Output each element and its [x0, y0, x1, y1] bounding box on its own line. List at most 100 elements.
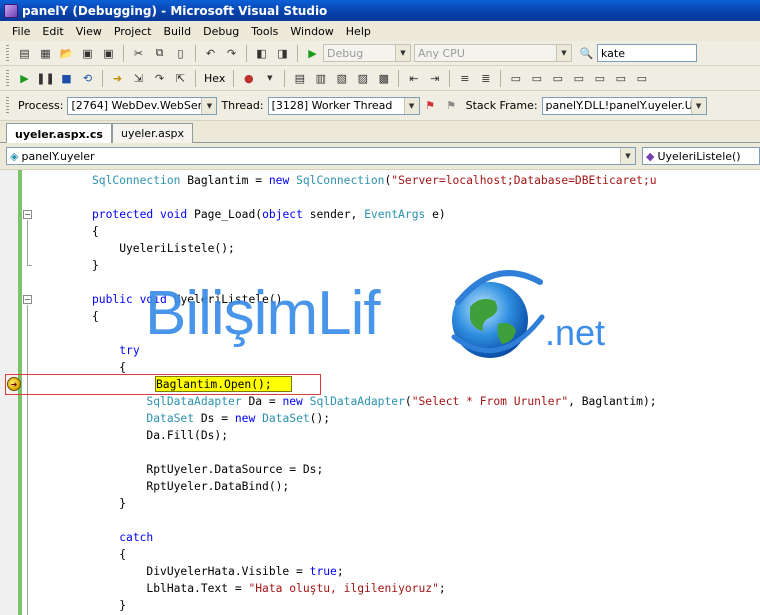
watch-icon[interactable]: ▭: [570, 70, 587, 87]
member-dropdown-value: UyeleriListele(): [657, 149, 741, 163]
stack-frame-label: Stack Frame:: [465, 99, 538, 112]
find-in-files-icon[interactable]: 🔍: [578, 45, 595, 62]
immediate-icon[interactable]: ▭: [612, 70, 629, 87]
stack-frame-dropdown[interactable]: panelY.DLL!panelY.uyeler.Uyele ▼: [541, 96, 707, 115]
window-icon[interactable]: ▭: [507, 70, 524, 87]
start-debugging-icon[interactable]: ▶: [304, 45, 321, 62]
thread-dropdown[interactable]: [3128] Worker Thread ▼: [267, 96, 420, 115]
menu-file[interactable]: File: [6, 25, 36, 38]
increase-indent-icon[interactable]: ⇥: [426, 70, 443, 87]
tab-label: uyeler.aspx: [121, 127, 185, 140]
find-input[interactable]: kate: [597, 44, 697, 62]
copy-icon[interactable]: ⧉: [151, 45, 168, 62]
tab-uyeler-aspx[interactable]: uyeler.aspx: [112, 123, 194, 143]
process-dropdown[interactable]: [2764] WebDev.WebServer ▼: [67, 96, 218, 115]
toolbar-separator: [297, 44, 298, 62]
toolbar-separator: [500, 69, 502, 87]
new-project-icon[interactable]: ▤: [16, 45, 33, 62]
toolbar-grip[interactable]: [6, 44, 9, 62]
code-editor[interactable]: − − ➜ SqlConnection Baglantim = new SqlC…: [0, 170, 760, 615]
menu-bar: File Edit View Project Build Debug Tools…: [0, 21, 760, 41]
step-into-icon[interactable]: ⇲: [130, 70, 147, 87]
code-line: }: [92, 259, 99, 272]
bookmark-icon[interactable]: ▧: [333, 70, 350, 87]
method-icon: ◆: [646, 149, 655, 163]
threads-icon[interactable]: ▭: [633, 70, 650, 87]
decrease-indent-icon[interactable]: ⇤: [405, 70, 422, 87]
chevron-down-icon[interactable]: ▼: [261, 70, 278, 87]
undo-icon[interactable]: ↶: [202, 45, 219, 62]
flag-thread-icon[interactable]: ⚑: [422, 97, 439, 114]
platform-value: Any CPU: [418, 46, 465, 60]
paste-icon[interactable]: ▯: [172, 45, 189, 62]
menu-build[interactable]: Build: [157, 25, 197, 38]
menu-edit[interactable]: Edit: [36, 25, 69, 38]
code-line: UyeleriListele();: [92, 242, 235, 255]
code-line: Da.Fill(Ds);: [92, 429, 229, 442]
navigate-backward-icon[interactable]: ◧: [253, 45, 270, 62]
solution-config-dropdown[interactable]: Debug ▼: [323, 44, 411, 62]
chevron-down-icon[interactable]: ▼: [690, 97, 706, 114]
member-dropdown[interactable]: ◆ UyeleriListele(): [642, 147, 760, 165]
watermark-brand: BilişimLif: [145, 279, 381, 348]
break-all-icon[interactable]: ❚❚: [36, 70, 54, 87]
save-icon[interactable]: ▣: [79, 45, 96, 62]
toolbar-separator: [195, 44, 196, 62]
next-bookmark-icon[interactable]: ▩: [375, 70, 392, 87]
open-file-icon[interactable]: 📂: [58, 45, 75, 62]
add-item-icon[interactable]: ▦: [37, 45, 54, 62]
stop-debugging-icon[interactable]: ■: [58, 70, 75, 87]
chevron-down-icon[interactable]: ▼: [620, 148, 635, 164]
menu-project[interactable]: Project: [108, 25, 158, 38]
menu-tools[interactable]: Tools: [245, 25, 284, 38]
chevron-down-icon[interactable]: ▼: [201, 97, 217, 114]
uncomment-icon[interactable]: ▥: [312, 70, 329, 87]
tab-uyeler-aspx-cs[interactable]: uyeler.aspx.cs: [6, 123, 112, 144]
window-title: panelY (Debugging) - Microsoft Visual St…: [22, 3, 328, 18]
flag-threads-filter-icon[interactable]: ⚑: [443, 97, 460, 114]
menu-debug[interactable]: Debug: [197, 25, 245, 38]
chevron-down-icon[interactable]: ▼: [556, 45, 571, 61]
thread-value: [3128] Worker Thread: [271, 99, 393, 112]
save-all-icon[interactable]: ▣: [100, 45, 117, 62]
collapse-region-icon[interactable]: −: [23, 295, 32, 304]
standard-toolbar: ▤ ▦ 📂 ▣ ▣ ✂ ⧉ ▯ ↶ ↷ ◧ ◨ ▶ Debug ▼ Any CP…: [0, 41, 760, 66]
restart-icon[interactable]: ⟲: [79, 70, 96, 87]
visual-studio-icon: [4, 3, 18, 18]
outline-line: [27, 305, 28, 615]
hex-toggle[interactable]: Hex: [204, 72, 225, 85]
prev-bookmark-icon[interactable]: ▨: [354, 70, 371, 87]
align-right-icon[interactable]: ≣: [477, 70, 494, 87]
step-over-icon[interactable]: ↷: [151, 70, 168, 87]
menu-window[interactable]: Window: [284, 25, 339, 38]
toolbar-separator: [233, 69, 235, 87]
type-dropdown[interactable]: ◈ panelY.uyeler ▼: [6, 147, 636, 165]
thread-label: Thread:: [221, 99, 264, 112]
continue-icon[interactable]: ▶: [16, 70, 33, 87]
code-line: LblHata.Text = "Hata oluştu, ilgileniyor…: [92, 582, 446, 595]
chevron-down-icon[interactable]: ▼: [395, 45, 410, 61]
process-label: Process:: [18, 99, 64, 112]
menu-help[interactable]: Help: [340, 25, 377, 38]
output-icon[interactable]: ▭: [528, 70, 545, 87]
menu-view[interactable]: View: [70, 25, 108, 38]
redo-icon[interactable]: ↷: [223, 45, 240, 62]
align-left-icon[interactable]: ≡: [456, 70, 473, 87]
comment-icon[interactable]: ▤: [291, 70, 308, 87]
chevron-down-icon[interactable]: ▼: [403, 97, 419, 114]
toolbar-grip[interactable]: [6, 97, 9, 114]
code-line: {: [92, 548, 127, 561]
show-next-statement-icon[interactable]: ➜: [109, 70, 126, 87]
stack-frame-value: panelY.DLL!panelY.uyeler.Uyele: [545, 99, 707, 112]
step-out-icon[interactable]: ⇱: [172, 70, 189, 87]
navigate-forward-icon[interactable]: ◨: [274, 45, 291, 62]
toolbar-grip[interactable]: [6, 69, 9, 87]
collapse-region-icon[interactable]: −: [23, 210, 32, 219]
cut-icon[interactable]: ✂: [130, 45, 147, 62]
breakpoints-window-icon[interactable]: ●: [240, 70, 257, 87]
callstack-icon[interactable]: ▭: [549, 70, 566, 87]
toolbar-separator: [195, 69, 196, 87]
platform-dropdown[interactable]: Any CPU ▼: [414, 44, 572, 62]
solution-config-value: Debug: [327, 46, 364, 60]
locals-icon[interactable]: ▭: [591, 70, 608, 87]
